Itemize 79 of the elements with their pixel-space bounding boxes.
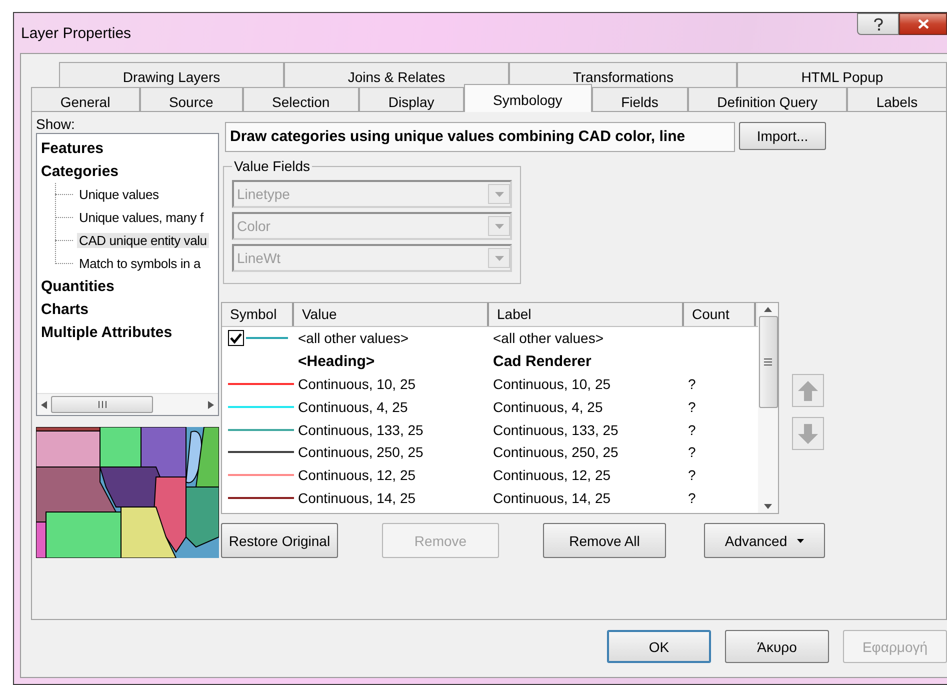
tree-item[interactable]: CAD unique entity valu [77,233,209,248]
table-action-button[interactable]: Restore Original [221,523,338,558]
table-cell-text: Continuous, 14, 25 [492,490,612,506]
table-cell-text: Continuous, 12, 25 [492,467,612,484]
column-header[interactable]: Count [684,303,756,326]
table-cell-text: <all other values> [297,330,410,346]
down-arrow-icon [797,422,819,444]
help-button[interactable] [857,13,899,35]
scroll-up-icon[interactable] [764,307,772,312]
line-symbol[interactable] [228,496,294,499]
tree-item[interactable]: Quantities [41,278,114,295]
dropdown-arrow-icon [494,224,504,228]
tab[interactable]: Definition Query [688,87,847,112]
table-cell-text: Continuous, 12, 25 [297,467,417,484]
dropdown-caret-icon [797,538,804,542]
table-cell-text: ? [687,490,697,506]
tab[interactable]: HTML Popup [737,62,947,87]
table-cell-text: Cad Renderer [492,352,592,370]
column-header[interactable]: Symbol [222,303,294,326]
table-cell-text: ? [687,376,697,392]
line-symbol[interactable] [228,451,294,454]
up-arrow-icon [797,380,819,402]
table-cell-text: <Heading> [297,352,376,370]
tab[interactable]: General [31,87,140,112]
table-cell-text: Continuous, 250, 25 [492,444,620,460]
group-label: Value Fields [233,158,312,174]
table-cell-text: ? [687,467,697,484]
tab[interactable]: Source [140,87,243,112]
scroll-left-icon[interactable] [41,400,47,408]
grip-icon [764,358,772,366]
table-cell-text: ? [687,398,697,415]
scroll-down-icon[interactable] [764,504,772,509]
renderer-description: Draw categories using unique values combining CAD color, line [225,122,735,152]
show-label: Show: [36,116,76,132]
tree-item[interactable]: Unique values, many f [77,210,206,225]
dropdown-arrow-icon [494,256,504,260]
tab[interactable]: Labels [846,87,947,112]
table-cell-text: <all other values> [492,330,605,346]
table-cell-text: Continuous, 133, 25 [297,422,424,438]
column-header[interactable]: Value [294,303,489,326]
horizontal-scrollbar[interactable] [37,393,218,415]
dialog-button[interactable]: Άκυρο [725,630,829,663]
close-button[interactable] [899,13,947,35]
tab[interactable]: Symbology [464,84,592,112]
tab[interactable]: Drawing Layers [59,62,284,87]
tree-item[interactable]: Charts [41,301,89,318]
tree-item[interactable]: Multiple Attributes [41,324,172,341]
table-cell-text: ? [687,444,697,460]
tab[interactable]: Display [359,87,464,112]
tree-item[interactable]: Unique values [77,187,161,202]
table-cell-text: ? [687,422,697,438]
table-cell-text: Continuous, 133, 25 [492,422,620,438]
table-cell-text: Continuous, 4, 25 [492,398,604,415]
tab[interactable]: Transformations [508,62,738,87]
help-icon [874,18,882,30]
tab[interactable]: Selection [242,87,360,112]
check-icon [230,332,242,344]
tree-item[interactable]: Categories [41,163,119,180]
tab[interactable]: Fields [592,87,688,112]
scroll-right-icon[interactable] [208,400,214,408]
table-cell-text: Continuous, 250, 25 [297,444,424,460]
column-header[interactable]: Label [489,303,684,326]
table-action-button[interactable]: Advanced [704,523,825,558]
checkbox[interactable] [228,330,244,346]
window-title: Layer Properties [21,24,132,42]
table-action-button[interactable]: Remove All [543,523,666,558]
table-cell-text: Continuous, 10, 25 [492,376,612,392]
dropdown-arrow-icon [494,192,504,196]
close-icon [918,19,928,29]
table-cell-text: Continuous, 10, 25 [297,376,417,392]
tree-item[interactable]: Match to symbols in a [77,256,203,271]
tab[interactable]: Joins & Relates [284,62,509,87]
grip-icon [98,401,106,408]
tree-item[interactable]: Features [41,140,104,157]
table-cell-text: Continuous, 4, 25 [297,398,409,415]
import-button[interactable]: Import... [739,122,826,150]
table-cell-text: Continuous, 14, 25 [297,490,417,506]
dialog-button[interactable]: OK [607,630,711,663]
vertical-scrollbar[interactable] [758,303,778,513]
